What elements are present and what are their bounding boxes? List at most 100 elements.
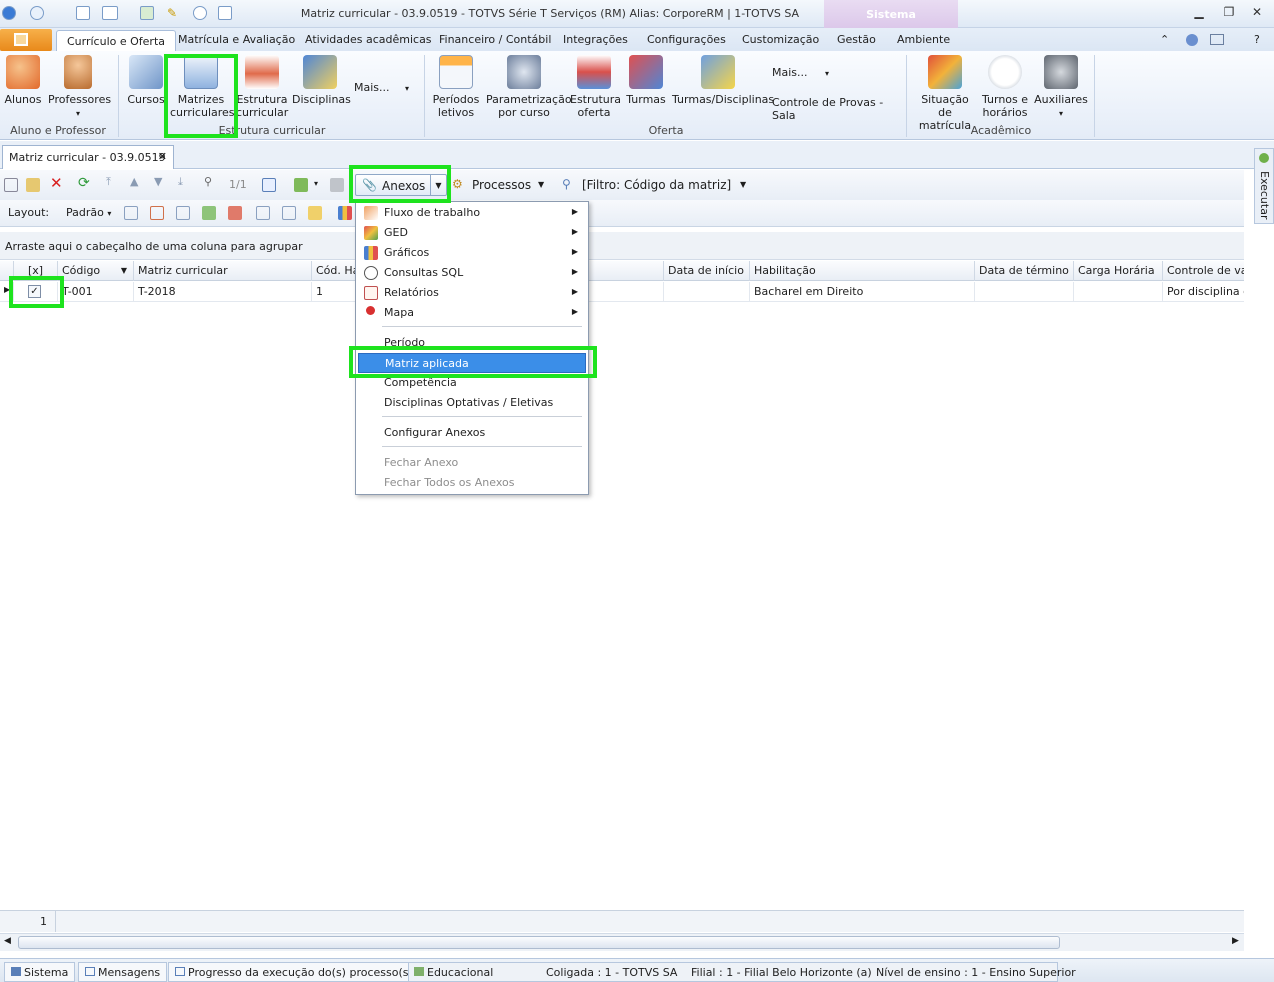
header-matriz[interactable]: Matriz curricular — [134, 261, 312, 281]
layout-export-icon[interactable] — [228, 206, 242, 220]
estrutura-mais-button[interactable]: Mais... ▾ — [354, 81, 414, 95]
table-row[interactable]: ▶ ✓ T-001 T-2018 1 Bacharel em Direito P… — [0, 282, 1244, 302]
parametrizacao-button[interactable]: Parametrização por curso — [486, 55, 572, 119]
menu-item-fluxo-trabalho[interactable]: Fluxo de trabalho ▶ — [358, 203, 586, 223]
scroll-thumb[interactable] — [18, 936, 1060, 949]
help-globe-icon[interactable] — [1186, 34, 1198, 46]
refresh-icon[interactable] — [193, 6, 207, 20]
horizontal-scrollbar[interactable]: ◀ ▶ — [0, 933, 1244, 951]
tab-atividades[interactable]: Atividades acadêmicas — [305, 33, 432, 46]
edit-record-icon[interactable] — [26, 178, 40, 192]
tab-configuracoes[interactable]: Configurações — [647, 33, 726, 46]
turnos-horarios-button[interactable]: Turnos e horários — [980, 55, 1030, 119]
folder-icon[interactable] — [308, 206, 322, 220]
export-dropdown-icon[interactable]: ▾ — [314, 179, 318, 188]
chart-icon[interactable] — [338, 206, 352, 220]
close-tab-icon[interactable]: ✕ — [158, 150, 167, 163]
professores-button[interactable]: Professores ▾ — [48, 55, 111, 120]
row-checkbox[interactable]: ✓ — [28, 285, 41, 298]
tab-ambiente[interactable]: Ambiente — [897, 33, 950, 46]
view-options-icon[interactable] — [1210, 34, 1224, 45]
close-button[interactable]: ✕ — [1248, 5, 1266, 21]
refresh-icon[interactable]: ⟳ — [78, 175, 92, 191]
menu-item-periodo[interactable]: Período — [358, 333, 586, 353]
tools-icon[interactable]: ✎ — [167, 6, 181, 20]
menu-item-relatorios[interactable]: Relatórios ▶ — [358, 283, 586, 303]
first-record-icon[interactable]: ⤒ — [106, 175, 120, 189]
layout-select[interactable]: Padrão ▾ — [66, 206, 111, 219]
cursos-button[interactable]: Cursos — [126, 55, 166, 106]
tab-financeiro[interactable]: Financeiro / Contábil — [439, 33, 551, 46]
estrutura-curricular-button[interactable]: Estrutura curricular — [236, 55, 288, 119]
menu-item-mapa[interactable]: Mapa ▶ — [358, 303, 586, 323]
header-habilitacao[interactable]: Habilitação — [750, 261, 975, 281]
window-icon[interactable] — [76, 6, 90, 20]
header-data-termino[interactable]: Data de término — [975, 261, 1074, 281]
status-mensagens[interactable]: Mensagens — [78, 962, 168, 982]
delete-record-icon[interactable]: ✕ — [50, 174, 64, 192]
menu-item-matriz-aplicada[interactable]: Matriz aplicada — [358, 353, 586, 373]
processos-button[interactable]: ⚙ Processos ▼ — [452, 174, 552, 196]
group-by-panel[interactable]: Arraste aqui o cabeçalho de uma coluna p… — [0, 232, 1244, 260]
menu-item-disciplinas-optativas[interactable]: Disciplinas Optativas / Eletivas — [358, 393, 586, 413]
help-icon[interactable]: ? — [1254, 33, 1260, 46]
menu-item-graficos[interactable]: Gráficos ▶ — [358, 243, 586, 263]
menu-item-competencia[interactable]: Competência — [358, 373, 586, 393]
next-record-icon[interactable]: ▼ — [154, 175, 168, 189]
layout-delete-icon[interactable] — [150, 206, 164, 220]
executar-side-panel[interactable]: Executar — [1254, 148, 1274, 224]
anexos-button[interactable]: 📎 Anexos ▼ — [355, 174, 447, 196]
tab-customizacao[interactable]: Customização — [742, 33, 819, 46]
alunos-button[interactable]: Alunos — [4, 55, 42, 106]
header-carga[interactable]: Carga Horária — [1074, 261, 1163, 281]
export-icon[interactable] — [140, 6, 154, 20]
scroll-left-icon[interactable]: ◀ — [4, 936, 11, 946]
layout-icon[interactable] — [102, 6, 118, 20]
turmas-button[interactable]: Turmas — [624, 55, 668, 106]
tab-integracoes[interactable]: Integrações — [563, 33, 628, 46]
copy-icon[interactable] — [218, 6, 232, 20]
last-record-icon[interactable]: ⤓ — [178, 175, 192, 189]
oferta-mais-button[interactable]: Mais... ▾ — [772, 66, 842, 80]
tab-matricula-avaliacao[interactable]: Matrícula e Avaliação — [178, 33, 295, 46]
tab-curriculo-oferta[interactable]: Currículo e Oferta — [56, 30, 177, 53]
calendar-view-icon[interactable] — [262, 178, 276, 192]
controle-provas-button[interactable]: Controle de Provas - Sala — [772, 96, 902, 122]
collapse-ribbon-icon[interactable]: ⌃ — [1160, 33, 1169, 46]
export-arrow-icon[interactable] — [294, 178, 308, 192]
menu-item-ged[interactable]: GED ▶ — [358, 223, 586, 243]
sum-icon[interactable] — [282, 206, 296, 220]
tab-gestao[interactable]: Gestão — [837, 33, 876, 46]
header-data-inicio[interactable]: Data de início — [664, 261, 750, 281]
document-tab[interactable]: Matriz curricular - 03.9.0519 ✕ — [2, 145, 174, 169]
status-sistema[interactable]: Sistema — [4, 962, 76, 982]
periodos-letivos-button[interactable]: Períodos letivos — [432, 55, 480, 119]
search-binoculars-icon[interactable]: ⚲ — [204, 175, 218, 189]
layout-columns-icon[interactable] — [176, 206, 190, 220]
anexos-dropdown-arrow[interactable]: ▼ — [430, 175, 446, 195]
situacao-matricula-button[interactable]: Situação de matrícula — [914, 55, 976, 132]
turmas-disciplinas-button[interactable]: Turmas/Disciplinas — [672, 55, 774, 106]
auxiliares-button[interactable]: Auxiliares ▾ — [1034, 55, 1088, 120]
filter-button[interactable]: ⚲ [Filtro: Código da matriz] ▼ — [562, 174, 752, 196]
restore-button[interactable]: ❐ — [1220, 5, 1238, 21]
estrutura-oferta-button[interactable]: Estrutura oferta — [570, 55, 621, 119]
menu-item-consultas-sql[interactable]: Consultas SQL ▶ — [358, 263, 586, 283]
previous-record-icon[interactable]: ▲ — [130, 175, 144, 189]
globe-icon[interactable] — [30, 6, 44, 20]
status-progresso[interactable]: Progresso da execução do(s) processo(s) — [168, 962, 420, 982]
layout-import-icon[interactable] — [202, 206, 216, 220]
new-record-icon[interactable] — [4, 178, 18, 192]
print-icon[interactable] — [330, 178, 344, 192]
matrizes-curriculares-button[interactable]: Matrizes curriculares — [170, 55, 235, 119]
header-codigo[interactable]: Código ▼ — [58, 261, 134, 281]
menu-item-configurar-anexos[interactable]: Configurar Anexos — [358, 423, 586, 443]
layout-save-icon[interactable] — [124, 206, 138, 220]
header-select[interactable]: [x] — [14, 261, 58, 281]
group-icon[interactable] — [256, 206, 270, 220]
application-menu-button[interactable] — [0, 29, 52, 51]
header-controle-vagas[interactable]: Controle de vag — [1163, 261, 1244, 281]
scroll-right-icon[interactable]: ▶ — [1232, 936, 1239, 946]
disciplinas-button[interactable]: Disciplinas — [292, 55, 351, 106]
minimize-button[interactable]: ▁ — [1190, 5, 1208, 21]
